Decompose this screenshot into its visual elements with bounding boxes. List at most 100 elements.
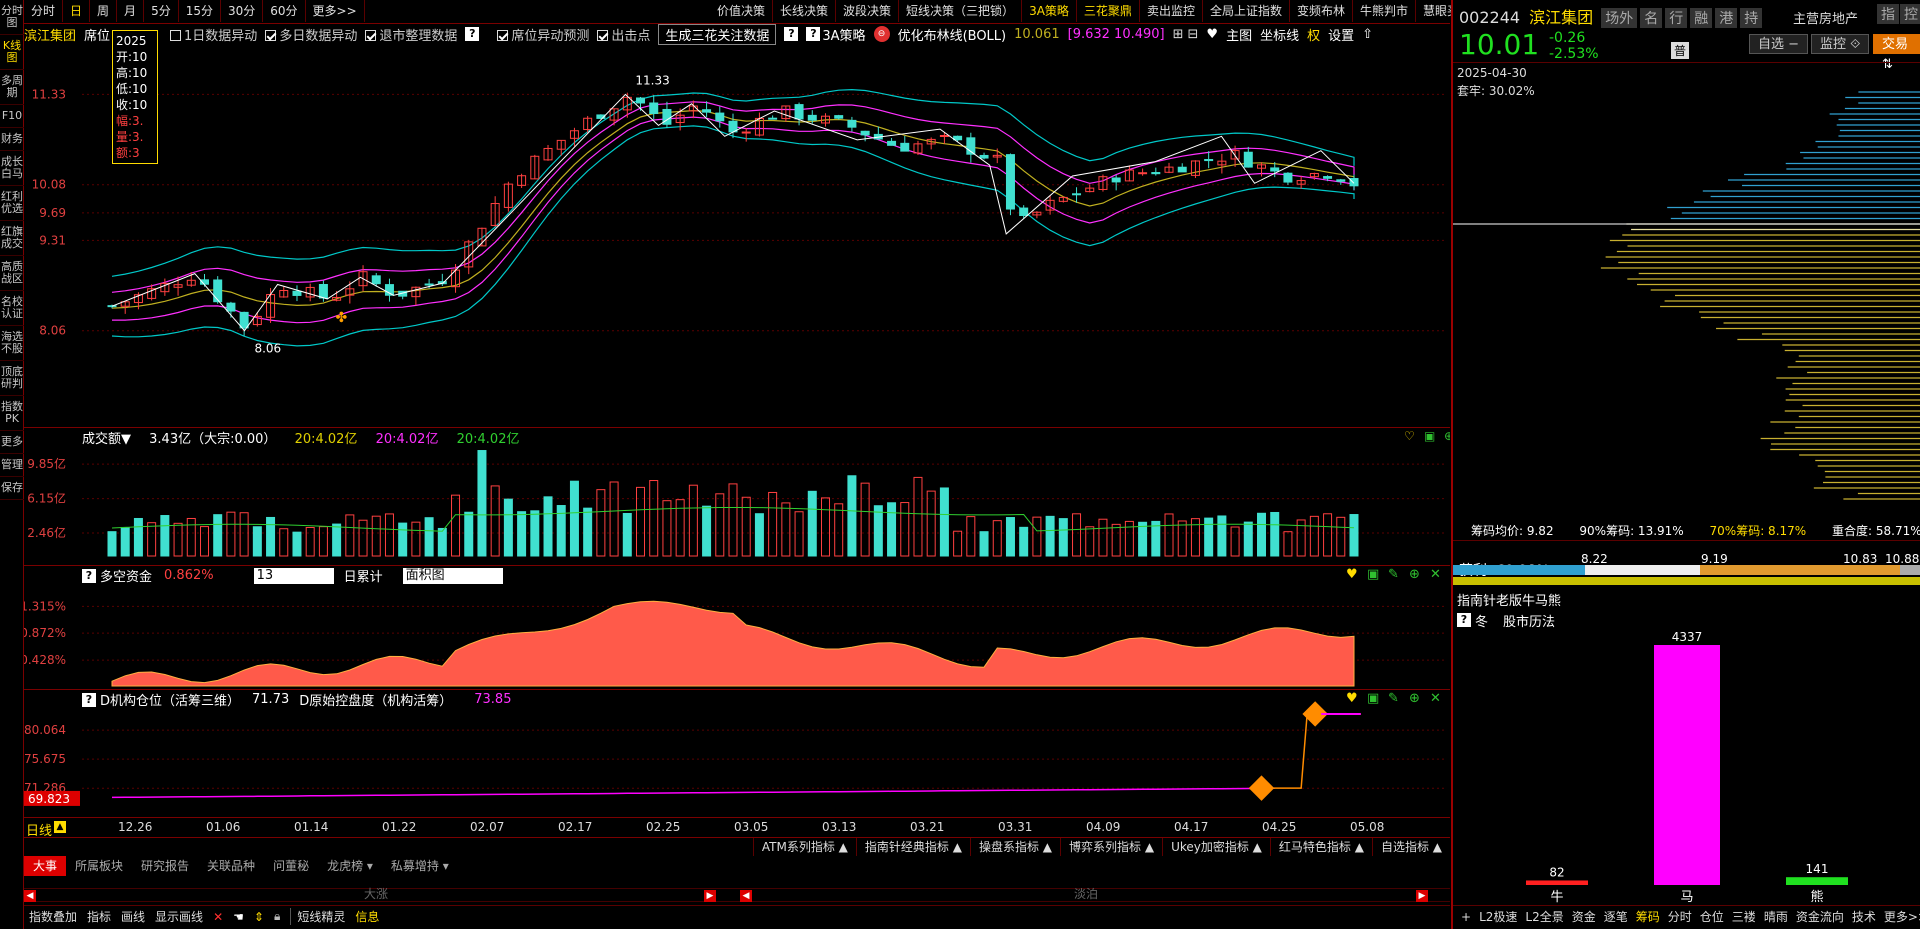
right-footer-tab-8[interactable]: 三褛: [1732, 908, 1756, 925]
volume-bar[interactable]: [411, 521, 421, 557]
volume-bar[interactable]: [636, 486, 646, 557]
bottom-tab-3[interactable]: 关联品种: [198, 856, 264, 876]
volume-bar[interactable]: [226, 511, 236, 557]
volume-bar[interactable]: [781, 502, 791, 557]
stock-badge-4[interactable]: 港: [1715, 8, 1738, 28]
volume-bar[interactable]: [239, 512, 249, 557]
candle-body[interactable]: [649, 102, 659, 115]
right-footer-tab-12[interactable]: 更多>>: [1884, 908, 1920, 925]
sidebar-item-10[interactable]: 海选不股: [0, 326, 24, 361]
right-footer-tab-6[interactable]: 分时: [1668, 908, 1692, 925]
opt-1day[interactable]: 1日数据异动: [170, 25, 257, 44]
volume-bar[interactable]: [939, 487, 949, 557]
volume-bar[interactable]: [543, 496, 553, 557]
expand-up-icon[interactable]: ⇧: [1362, 27, 1373, 42]
volume-bar[interactable]: [1204, 517, 1214, 557]
save-icon[interactable]: ▣: [1367, 691, 1379, 706]
volume-bar[interactable]: [1336, 516, 1346, 557]
zoom-icon[interactable]: ⊕: [1409, 691, 1420, 706]
volume-bar[interactable]: [926, 490, 936, 557]
period-tab-5[interactable]: 15分: [179, 0, 221, 22]
volume-bar[interactable]: [913, 476, 923, 557]
stock-badge-2[interactable]: 行: [1665, 8, 1688, 28]
day-line-label[interactable]: 日线: [26, 820, 52, 839]
sidebar-item-8[interactable]: 高质战区: [0, 256, 24, 291]
right-footer-tab-0[interactable]: +: [1461, 910, 1471, 924]
heart-outline-icon[interactable]: ♡: [1404, 429, 1415, 443]
strategy-tab-7[interactable]: 全局上证指数: [1203, 0, 1290, 22]
volume-bar[interactable]: [794, 511, 804, 557]
right-footer-tab-9[interactable]: 晴雨: [1764, 908, 1788, 925]
sidebar-item-9[interactable]: 名校认证: [0, 291, 24, 326]
settings-btn[interactable]: 设置: [1328, 25, 1354, 44]
candle-body[interactable]: [939, 135, 949, 138]
jigou-panel[interactable]: ? D机构仓位（活筹三维） 71.73 D原始控盘度（机构活筹） 73.85 8…: [24, 690, 1450, 818]
sidebar-item-0[interactable]: 分时图: [0, 0, 24, 35]
volume-bar[interactable]: [133, 517, 143, 557]
volume-bar[interactable]: [292, 531, 302, 557]
short-spirit-btn[interactable]: 短线精灵: [290, 908, 345, 925]
volume-bar[interactable]: [1138, 521, 1148, 557]
volume-bar[interactable]: [609, 481, 619, 557]
candle-body[interactable]: [860, 130, 870, 136]
heart-icon[interactable]: ♥: [1206, 27, 1218, 42]
indicator-group-4[interactable]: Ukey加密指标 ▲: [1162, 838, 1270, 856]
volume-bar[interactable]: [1005, 517, 1015, 557]
candle-body[interactable]: [1138, 172, 1148, 175]
candle-body[interactable]: [1336, 179, 1346, 182]
volume-bar[interactable]: [477, 450, 487, 557]
volume-bar[interactable]: [464, 511, 474, 557]
volume-bar[interactable]: [451, 494, 461, 557]
duokong-panel[interactable]: ? 多空资金 0.862% 13 日累计 面积图 1.315% 0.872% 0.4…: [24, 566, 1450, 690]
volume-bar[interactable]: [768, 491, 778, 557]
volume-bar[interactable]: [834, 503, 844, 557]
strategy-tab-2[interactable]: 波段决策: [836, 0, 900, 22]
strategy-tab-9[interactable]: 牛熊判市: [1353, 0, 1416, 22]
volume-bar[interactable]: [252, 526, 262, 557]
volume-bar[interactable]: [847, 475, 857, 557]
indicator-group-2[interactable]: 操盘系指标 ▲: [969, 838, 1060, 856]
sidebar-item-11[interactable]: 顶底研判: [0, 361, 24, 396]
sidebar-item-2[interactable]: 多周期: [0, 70, 24, 105]
indicator-group-5[interactable]: 红马特色指标 ▲: [1269, 838, 1372, 856]
volume-bar[interactable]: [1230, 526, 1240, 557]
candle-body[interactable]: [213, 279, 223, 303]
candle-body[interactable]: [834, 115, 844, 119]
indicator-group-0[interactable]: ATM系列指标 ▲: [752, 838, 856, 856]
right-footer-tab-3[interactable]: 资金: [1572, 908, 1596, 925]
index-badge[interactable]: 指: [1877, 4, 1899, 24]
sidebar-item-14[interactable]: 管理: [0, 454, 24, 477]
checkbox-checked-icon[interactable]: [265, 29, 277, 41]
right-footer-tab-1[interactable]: L2极速: [1479, 908, 1517, 925]
candle-body[interactable]: [226, 302, 236, 312]
volume-bar[interactable]: [1323, 513, 1333, 557]
close-icon[interactable]: ✕: [1430, 691, 1441, 706]
scroll-left-icon[interactable]: ◀: [740, 890, 752, 902]
volume-bar[interactable]: [1283, 531, 1293, 557]
bottom-tab-2[interactable]: 研究报告: [132, 856, 198, 876]
save-icon[interactable]: ▣: [1367, 567, 1379, 582]
control-badge[interactable]: 控: [1900, 4, 1920, 24]
volume-bar[interactable]: [728, 483, 738, 557]
volume-bar[interactable]: [807, 490, 817, 557]
volume-bar[interactable]: [266, 516, 276, 557]
bottom-tab-1[interactable]: 所属板块: [66, 856, 132, 876]
volume-bar[interactable]: [820, 497, 830, 557]
period-tab-2[interactable]: 周: [90, 0, 118, 22]
volume-bar[interactable]: [199, 526, 209, 557]
volume-bar[interactable]: [754, 513, 764, 557]
help-icon[interactable]: ?: [465, 27, 480, 41]
volume-bar[interactable]: [305, 526, 315, 557]
candle-body[interactable]: [424, 283, 434, 286]
volume-bar[interactable]: [1243, 521, 1253, 557]
candle-body[interactable]: [1283, 172, 1293, 183]
candle-body[interactable]: [794, 104, 804, 120]
volume-bar[interactable]: [1217, 515, 1227, 557]
candle-body[interactable]: [768, 117, 778, 120]
right-footer-tab-5[interactable]: 筹码: [1636, 908, 1660, 925]
monitor-button[interactable]: 监控 ⟐: [1811, 34, 1870, 54]
period-tab-0[interactable]: 分时: [24, 0, 64, 22]
opt-delist[interactable]: 退市整理数据: [365, 25, 457, 44]
sidebar-item-4[interactable]: 财务: [0, 128, 24, 151]
bottom-tab-6[interactable]: 私募增持 ▾: [382, 856, 458, 876]
